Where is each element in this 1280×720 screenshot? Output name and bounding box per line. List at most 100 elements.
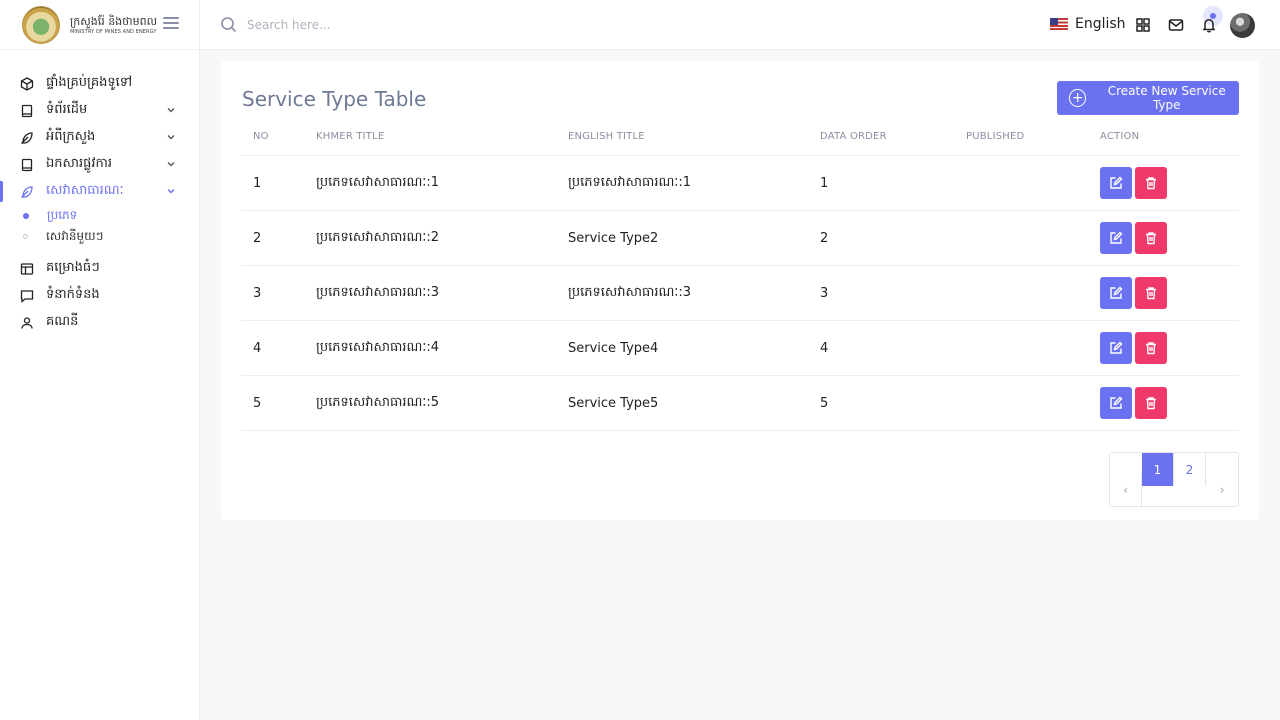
brand-text: ក្រសួងរ៉ែ និងថាមពល MINISTRY OF MINES AND…: [70, 15, 157, 35]
edit-icon: [1110, 286, 1123, 299]
chevron-down-icon: [167, 135, 175, 140]
sidebar-item-documents[interactable]: ឯកសារផ្លូវការ: [0, 151, 199, 178]
sidebar-item-home[interactable]: ទំព័រដើម: [0, 97, 199, 124]
service-type-card: Service Type Table + Create New Service …: [221, 61, 1259, 520]
delete-button[interactable]: [1135, 277, 1167, 309]
ministry-logo: [22, 5, 60, 44]
chevron-down-icon: [167, 108, 175, 113]
cell-data-order: 1: [820, 175, 829, 191]
cell-no: 1: [253, 175, 262, 191]
language-label: English: [1075, 16, 1126, 32]
column-header-data-order: DATA ORDER: [820, 131, 887, 142]
sidebar-item-dashboard[interactable]: ផ្ទាំងគ្រប់គ្រងទូទៅ: [0, 70, 199, 97]
cell-no: 5: [253, 395, 262, 411]
sidebar-item-account[interactable]: គណនី: [0, 309, 199, 336]
table-row: 1 ប្រភេទសេវាសាធារណៈ:1 ប្រភេទសេវាសាធារណៈ:…: [241, 156, 1239, 211]
pagination-next[interactable]: ›: [1206, 473, 1238, 506]
chevron-down-icon: [167, 162, 175, 167]
search-box[interactable]: [220, 16, 447, 33]
sidebar-item-contact[interactable]: ទំនាក់ទំនង: [0, 282, 199, 309]
layout-icon: [20, 262, 34, 276]
delete-button[interactable]: [1135, 387, 1167, 419]
edit-icon: [1110, 231, 1123, 244]
sidebar-item-label: គណនី: [46, 314, 79, 329]
create-service-type-button[interactable]: + Create New Service Type: [1057, 81, 1239, 115]
book-icon: [20, 104, 34, 118]
edit-icon: [1110, 176, 1123, 189]
edit-button[interactable]: [1100, 332, 1132, 364]
cell-khmer-title: ប្រភេទសេវាសាធារណៈ:5: [316, 394, 440, 410]
service-type-table: NO KHMER TITLE ENGLISH TITLE DATA ORDER …: [241, 118, 1239, 431]
cell-no: 4: [253, 340, 262, 356]
pagination-page[interactable]: 2: [1174, 453, 1206, 486]
user-icon: [20, 316, 34, 330]
edit-button[interactable]: [1100, 167, 1132, 199]
trash-icon: [1146, 232, 1156, 245]
edit-button[interactable]: [1100, 277, 1132, 309]
edit-icon: [1110, 341, 1123, 354]
delete-button[interactable]: [1135, 332, 1167, 364]
column-header-english-title: ENGLISH TITLE: [568, 131, 645, 142]
sidebar-item-about[interactable]: អំពីក្រសួង: [0, 124, 199, 151]
bullet-icon: [23, 234, 28, 239]
sidebar-subitem-each-service[interactable]: សេវានីមួយៗ: [0, 226, 199, 247]
sidebar-item-label: ផ្ទាំងគ្រប់គ្រងទូទៅ: [46, 75, 133, 90]
mail-icon[interactable]: [1168, 17, 1184, 33]
table-header: NO KHMER TITLE ENGLISH TITLE DATA ORDER …: [241, 118, 1239, 156]
search-icon: [221, 17, 237, 33]
column-header-action: ACTION: [1100, 131, 1140, 142]
trash-icon: [1146, 177, 1156, 190]
menu-toggle-icon[interactable]: [163, 17, 179, 29]
apps-grid-icon[interactable]: [1135, 17, 1151, 33]
page-title: Service Type Table: [242, 87, 427, 111]
pagination-prev[interactable]: ‹: [1110, 473, 1142, 506]
bell-icon[interactable]: [1201, 17, 1217, 33]
cube-icon: [20, 76, 34, 91]
delete-button[interactable]: [1135, 167, 1167, 199]
table-row: 3 ប្រភេទសេវាសាធារណៈ:3 ប្រភេទសេវាសាធារណៈ:…: [241, 266, 1239, 321]
edit-button[interactable]: [1100, 387, 1132, 419]
sidebar-subitem-label: ប្រភេទ: [47, 207, 78, 222]
delete-button[interactable]: [1135, 222, 1167, 254]
us-flag-icon: [1050, 18, 1068, 30]
trash-icon: [1146, 287, 1156, 300]
cell-data-order: 2: [820, 230, 829, 246]
cell-khmer-title: ប្រភេទសេវាសាធារណៈ:4: [316, 339, 440, 355]
search-input[interactable]: [247, 17, 447, 32]
trash-icon: [1146, 342, 1156, 355]
table-row: 5 ប្រភេទសេវាសាធារណៈ:5 Service Type5 5: [241, 376, 1239, 431]
sidebar-item-label: សេវាសាធារណៈ: [46, 183, 124, 198]
trash-icon: [1146, 397, 1156, 410]
cell-no: 3: [253, 285, 262, 301]
cell-data-order: 4: [820, 340, 829, 356]
cell-english-title: Service Type5: [568, 395, 659, 411]
cell-data-order: 5: [820, 395, 829, 411]
sidebar-item-projects[interactable]: គម្រោងធំៗ: [0, 255, 199, 282]
cell-english-title: ប្រភេទសេវាសាធារណៈ:3: [568, 284, 692, 300]
language-selector[interactable]: English: [1050, 16, 1126, 32]
table-row: 2 ប្រភេទសេវាសាធារណៈ:2 Service Type2 2: [241, 211, 1239, 266]
cell-english-title: Service Type4: [568, 340, 659, 356]
avatar[interactable]: [1230, 13, 1255, 38]
topbar: English: [200, 0, 1280, 50]
edit-button[interactable]: [1100, 222, 1132, 254]
cell-khmer-title: ប្រភេទសេវាសាធារណៈ:1: [316, 174, 440, 190]
sidebar-item-label: អំពីក្រសួង: [46, 129, 96, 144]
column-header-no: NO: [253, 131, 269, 142]
create-button-label: Create New Service Type: [1107, 84, 1226, 112]
sidebar-subitem-type[interactable]: ប្រភេទ: [0, 205, 199, 226]
sidebar-item-label: គម្រោងធំៗ: [46, 260, 100, 275]
sidebar-subitem-label: សេវានីមួយៗ: [46, 228, 104, 243]
sidebar-item-public-services[interactable]: សេវាសាធារណៈ: [0, 178, 199, 205]
cell-khmer-title: ប្រភេទសេវាសាធារណៈ:2: [316, 229, 440, 245]
cell-no: 2: [253, 230, 262, 246]
cell-english-title: Service Type2: [568, 230, 659, 246]
pagination-page[interactable]: 1: [1142, 453, 1174, 486]
sidebar-item-label: ឯកសារផ្លូវការ: [46, 156, 113, 171]
sidebar: ក្រសួងរ៉ែ និងថាមពល MINISTRY OF MINES AND…: [0, 0, 200, 720]
pagination: ‹ 1 2 ›: [1109, 452, 1239, 507]
book-icon: [20, 158, 34, 172]
column-header-published: PUBLISHED: [966, 131, 1025, 142]
table-row: 4 ប្រភេទសេវាសាធារណៈ:4 Service Type4 4: [241, 321, 1239, 376]
feather-icon: [20, 131, 34, 145]
